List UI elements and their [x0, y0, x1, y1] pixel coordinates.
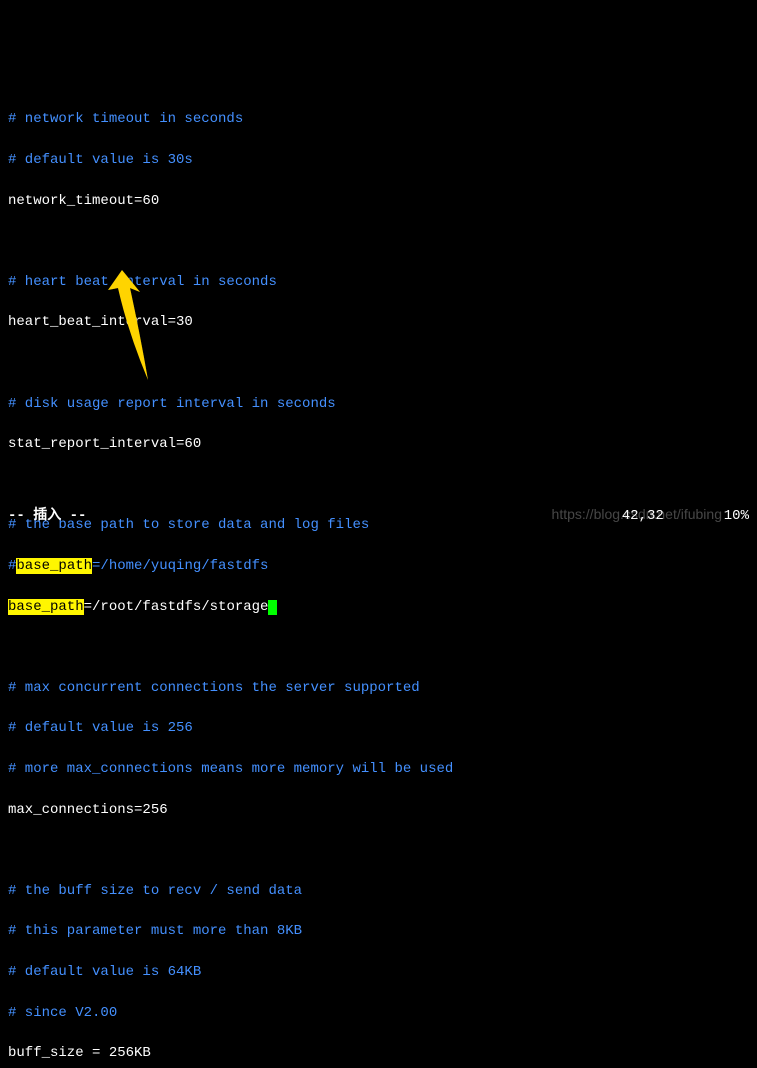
comment-line: # the buff size to recv / send data [8, 881, 749, 901]
blank-line [8, 475, 749, 495]
comment-line: # heart beat interval in seconds [8, 272, 749, 292]
blank-line [8, 840, 749, 860]
comment-line: # default value is 30s [8, 150, 749, 170]
comment-line: # this parameter must more than 8KB [8, 921, 749, 941]
comment-line: # disk usage report interval in seconds [8, 394, 749, 414]
highlight-base-path-active: base_path [8, 599, 84, 615]
comment-line: # network timeout in seconds [8, 109, 749, 129]
config-line: stat_report_interval=60 [8, 434, 749, 454]
comment-line: # default value is 64KB [8, 962, 749, 982]
vim-status-bar: -- 插入 -- 42,32 10% [8, 506, 749, 526]
scroll-percent: 10% [724, 506, 749, 526]
config-line: heart_beat_interval=30 [8, 312, 749, 332]
cursor-position: 42,32 [622, 506, 664, 526]
editor-content[interactable]: # network timeout in seconds # default v… [8, 89, 749, 1068]
config-line: max_connections=256 [8, 800, 749, 820]
comment-line: # max concurrent connections the server … [8, 678, 749, 698]
comment-line: # default value is 256 [8, 718, 749, 738]
config-line-commented-highlighted: #base_path=/home/yuqing/fastdfs [8, 556, 749, 576]
config-line: buff_size = 256KB [8, 1043, 749, 1063]
comment-line: # more max_connections means more memory… [8, 759, 749, 779]
blank-line [8, 637, 749, 657]
vim-mode-indicator: -- 插入 -- [8, 506, 86, 526]
config-line-active-highlighted: base_path=/root/fastdfs/storage [8, 597, 749, 617]
highlight-base-path-commented: base_path [16, 558, 92, 574]
blank-line [8, 353, 749, 373]
cursor [268, 600, 277, 615]
config-line: network_timeout=60 [8, 191, 749, 211]
comment-line: # since V2.00 [8, 1003, 749, 1023]
blank-line [8, 231, 749, 251]
